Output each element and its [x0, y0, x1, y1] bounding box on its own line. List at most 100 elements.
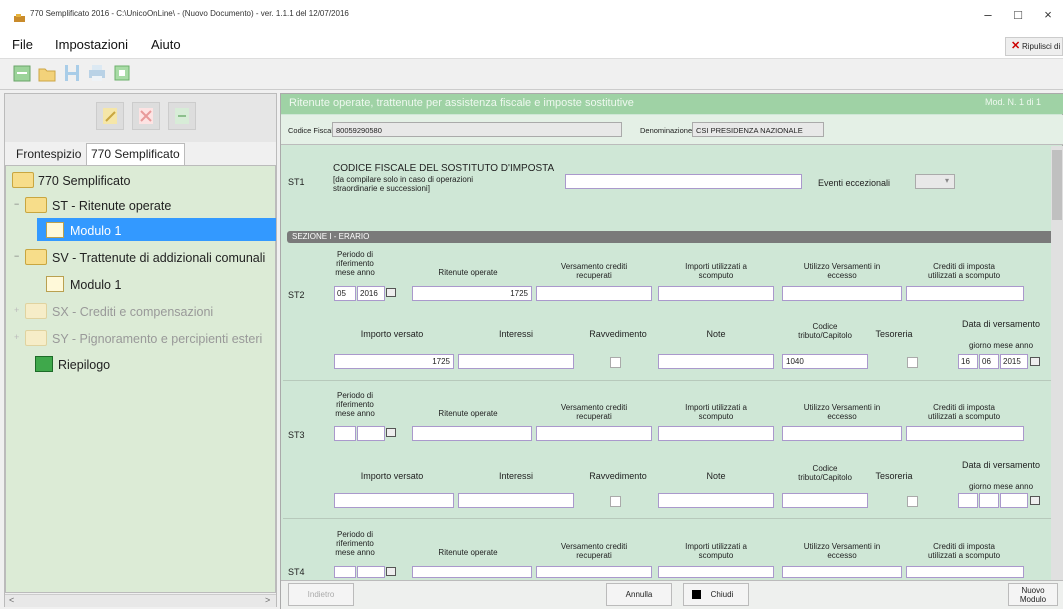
- st2-giorno-input[interactable]: 16: [958, 354, 978, 369]
- st2-mese-input[interactable]: 05: [334, 286, 356, 301]
- calendar-icon[interactable]: [386, 428, 396, 437]
- minimize-button[interactable]: –: [976, 6, 1000, 24]
- section-title: SEZIONE I - ERARIO: [292, 232, 370, 241]
- export-icon[interactable]: [112, 63, 132, 83]
- st4-versamento-crediti-input[interactable]: [536, 566, 652, 578]
- scroll-thumb[interactable]: [1052, 150, 1062, 220]
- label-ritenute: Ritenute operate: [438, 268, 498, 277]
- st3-importo-versato-input[interactable]: [334, 493, 454, 508]
- st3-ravvedimento-checkbox[interactable]: [610, 496, 621, 507]
- save-icon[interactable]: [62, 63, 82, 83]
- st3-anno-versamento-input[interactable]: [1000, 493, 1028, 508]
- calendar-icon[interactable]: [386, 288, 396, 297]
- close-window-button[interactable]: ×: [1036, 6, 1060, 24]
- delete-module-icon[interactable]: [132, 102, 160, 130]
- st1-codice-fiscale-input[interactable]: [565, 174, 802, 189]
- edit-module-icon[interactable]: [96, 102, 124, 130]
- tab-770-semplificato[interactable]: 770 Semplificato: [86, 143, 185, 165]
- st2-utilizzo-versamenti-input[interactable]: [782, 286, 902, 301]
- tree-item-st-modulo-1[interactable]: Modulo 1: [70, 222, 121, 240]
- st4-mese-input[interactable]: [334, 566, 356, 578]
- tree-item-sy[interactable]: SY - Pignoramento e percipienti esteri: [52, 330, 262, 348]
- st3-mese-input[interactable]: [334, 426, 356, 441]
- menu-settings[interactable]: Impostazioni: [55, 37, 128, 52]
- calendar-icon[interactable]: [386, 567, 396, 576]
- menu-file[interactable]: File: [12, 37, 33, 52]
- tree-item-770[interactable]: 770 Semplificato: [38, 172, 130, 190]
- st4-crediti-imposta-input[interactable]: [906, 566, 1024, 578]
- toolbar: [0, 58, 1063, 90]
- st2-interessi-input[interactable]: [458, 354, 574, 369]
- st3-codice-tributo-input[interactable]: [782, 493, 868, 508]
- tree-item-sv-modulo-1[interactable]: Modulo 1: [70, 276, 121, 294]
- label-utilizzo-versamenti: Utilizzo Versamenti in eccesso: [780, 262, 904, 280]
- document-icon: [46, 276, 64, 292]
- label-periodo-1: Periodo di: [336, 391, 374, 400]
- st3-tesoreria-checkbox[interactable]: [907, 496, 918, 507]
- st2-crediti-imposta-input[interactable]: [906, 286, 1024, 301]
- st2-anno-input[interactable]: 2016: [357, 286, 385, 301]
- back-button[interactable]: Indietro: [288, 583, 354, 606]
- cancel-button[interactable]: Annulla: [606, 583, 672, 606]
- st2-note-input[interactable]: [658, 354, 774, 369]
- label-periodo-1: Periodo di: [336, 250, 374, 259]
- label-cred-2: utilizzati a scomputo: [927, 271, 1001, 280]
- st2-anno-versamento-input[interactable]: 2015: [1000, 354, 1028, 369]
- folder-icon: [12, 172, 34, 188]
- section-header: [287, 231, 1056, 243]
- st2-versamento-crediti-input[interactable]: [536, 286, 652, 301]
- tree-item-sx[interactable]: SX - Crediti e compensazioni: [52, 303, 213, 321]
- st2-mese-versamento-input[interactable]: 06: [979, 354, 999, 369]
- st3-crediti-imposta-input[interactable]: [906, 426, 1024, 441]
- st3-importi-utilizzati-input[interactable]: [658, 426, 774, 441]
- st2-ritenute-input[interactable]: 1725: [412, 286, 532, 301]
- tab-frontespizio[interactable]: Frontespizio: [12, 145, 85, 165]
- row-code-st3: ST3: [288, 430, 305, 440]
- tree-item-sv[interactable]: SV - Trattenute di addizionali comunali: [52, 249, 276, 267]
- print-icon[interactable]: [87, 63, 107, 83]
- calendar-icon[interactable]: [1030, 357, 1040, 366]
- scroll-left-arrow[interactable]: <: [9, 595, 14, 605]
- st3-mese-versamento-input[interactable]: [979, 493, 999, 508]
- st3-anno-input[interactable]: [357, 426, 385, 441]
- st2-tesoreria-checkbox[interactable]: [907, 357, 918, 368]
- collapse-icon[interactable]: −: [14, 199, 19, 209]
- st4-anno-input[interactable]: [357, 566, 385, 578]
- st4-ritenute-input[interactable]: [412, 566, 532, 578]
- st3-note-input[interactable]: [658, 493, 774, 508]
- label-codice-tributo: Codice tributo/Capitolo: [780, 322, 870, 340]
- new-document-icon[interactable]: [12, 63, 32, 83]
- st3-utilizzo-versamenti-input[interactable]: [782, 426, 902, 441]
- calendar-icon[interactable]: [1030, 496, 1040, 505]
- new-module-button[interactable]: Nuovo Modulo: [1008, 583, 1058, 606]
- maximize-button[interactable]: □: [1006, 6, 1030, 24]
- label-periodo-3: mese anno: [335, 548, 375, 557]
- copy-module-icon[interactable]: [168, 102, 196, 130]
- module-pager[interactable]: Mod. N. 1 di 1: [985, 97, 1041, 107]
- tree-item-riepilogo[interactable]: Riepilogo: [58, 356, 110, 374]
- label-imp-2: scomputo: [698, 271, 734, 280]
- menu-help[interactable]: Aiuto: [151, 37, 181, 52]
- open-folder-icon[interactable]: [37, 63, 57, 83]
- cf-value: 80059290580: [332, 122, 622, 137]
- horizontal-scrollbar[interactable]: [5, 594, 276, 607]
- st2-importi-utilizzati-input[interactable]: [658, 286, 774, 301]
- tree-item-st[interactable]: ST - Ritenute operate: [52, 197, 171, 215]
- st2-ravvedimento-checkbox[interactable]: [610, 357, 621, 368]
- st2-importo-versato-input[interactable]: 1725: [334, 354, 454, 369]
- label-cod-1: Codice: [812, 322, 838, 331]
- st3-ritenute-input[interactable]: [412, 426, 532, 441]
- st3-versamento-crediti-input[interactable]: [536, 426, 652, 441]
- scroll-right-arrow[interactable]: >: [265, 595, 270, 605]
- label-cod-2: tributo/Capitolo: [798, 473, 852, 482]
- collapse-icon[interactable]: −: [14, 251, 19, 261]
- st3-interessi-input[interactable]: [458, 493, 574, 508]
- st4-importi-utilizzati-input[interactable]: [658, 566, 774, 578]
- st4-utilizzo-versamenti-input[interactable]: [782, 566, 902, 578]
- expand-icon[interactable]: +: [14, 332, 19, 342]
- st3-giorno-input[interactable]: [958, 493, 978, 508]
- label-ritenute: Ritenute operate: [438, 409, 498, 418]
- expand-icon[interactable]: +: [14, 305, 19, 315]
- st2-codice-tributo-input[interactable]: 1040: [782, 354, 868, 369]
- label-importi-utilizzati: Importi utilizzati a scomputo: [658, 262, 774, 280]
